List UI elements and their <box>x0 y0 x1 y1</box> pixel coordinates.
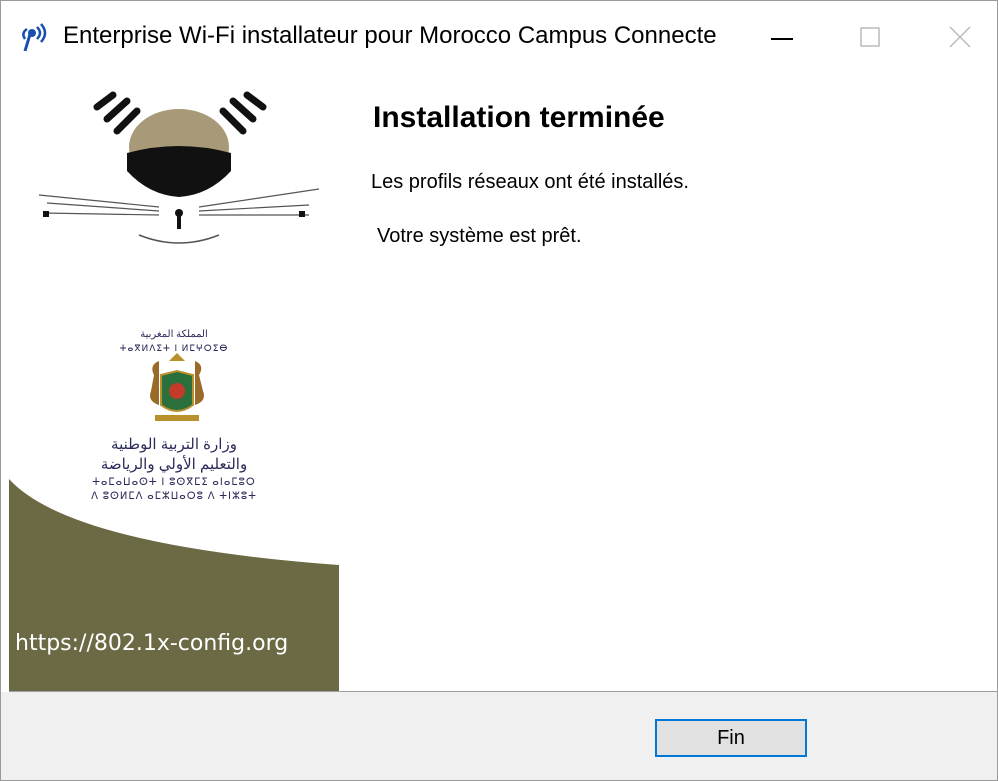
title-bar[interactable]: Enterprise Wi-Fi installateur pour Moroc… <box>1 1 997 75</box>
ministry-title-arabic: المملكة المغربية <box>140 329 208 340</box>
moroccan-coat-of-arms-icon <box>150 353 204 421</box>
close-icon <box>949 26 971 48</box>
campus-logo <box>38 91 320 244</box>
wifi-signal-icon <box>15 21 51 57</box>
minimize-button[interactable] <box>753 15 813 61</box>
ministry-name-tifinagh-1: ⵜⴰⵎⴰⵡⴰⵙⵜ ⵏ ⵓⵙⴳⵎⵉ ⴰⵏⴰⵎⵓⵔ <box>92 477 256 488</box>
ministry-name-tifinagh-2: ⴷ ⵓⵙⵍⵎⴷ ⴰⵎⵣⵡⴰⵔⵓ ⴷ ⵜⵏⵣⵓⵜ <box>91 491 257 502</box>
button-bar: Fin <box>1 692 997 780</box>
banner-swoosh <box>9 479 339 691</box>
page-heading: Installation terminée <box>373 101 665 134</box>
maximize-button[interactable] <box>841 15 901 61</box>
ministry-title-tifinagh: ⵜⴰⴳⵍⴷⵉⵜ ⵏ ⵍⵎⵖⵔⵉⴱ <box>119 343 229 353</box>
close-button[interactable] <box>929 15 989 61</box>
maximize-icon <box>860 27 880 47</box>
status-message-ready: Votre système est prêt. <box>377 225 582 247</box>
status-message-profiles: Les profils réseaux ont été installés. <box>371 171 689 193</box>
config-url: https://802.1x-config.org <box>15 631 289 656</box>
installer-window: Enterprise Wi-Fi installateur pour Moroc… <box>0 0 998 781</box>
minimize-icon <box>771 38 793 40</box>
ministry-name-arabic-1: وزارة التربية الوطنية <box>111 436 237 453</box>
finish-button[interactable]: Fin <box>655 719 807 757</box>
window-title: Enterprise Wi-Fi installateur pour Moroc… <box>63 22 717 49</box>
side-banner: المملكة المغربية ⵜⴰⴳⵍⴷⵉⵜ ⵏ ⵍⵎⵖⵔⵉⴱ وزارة … <box>9 75 339 691</box>
ministry-name-arabic-2: والتعليم الأولي والرياضة <box>100 456 248 473</box>
